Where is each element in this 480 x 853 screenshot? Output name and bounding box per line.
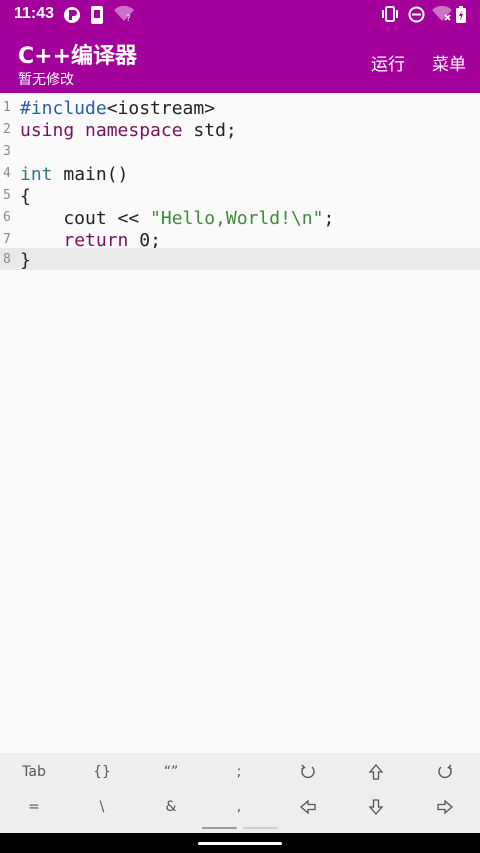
line-number: 5 [3, 188, 11, 203]
line-number: 7 [3, 232, 11, 247]
code-line: 6 cout << "Hello,World!\n"; [0, 206, 480, 229]
arrow-left-key[interactable] [274, 789, 342, 825]
keybar-row-2: = \ & , [0, 789, 480, 825]
arrow-right-icon [437, 799, 453, 815]
battery-icon [456, 6, 466, 23]
arrow-up-icon [368, 764, 384, 780]
device-icon [91, 6, 103, 24]
line-code: { [20, 186, 31, 207]
app-subtitle: 暂无修改 [18, 72, 74, 88]
undo-icon [301, 764, 315, 779]
status-time: 11:43 [14, 5, 55, 22]
menu-button[interactable]: 菜单 [432, 50, 466, 75]
ampersand-key[interactable]: & [137, 789, 205, 825]
line-number: 3 [3, 144, 11, 159]
line-code: cout << "Hello,World!\n"; [20, 208, 335, 229]
line-code: } [20, 250, 31, 271]
line-number: 6 [3, 210, 11, 225]
status-bar: 11:43 ? [0, 0, 480, 29]
arrow-left-icon [300, 799, 316, 815]
line-number: 4 [3, 166, 11, 181]
vibrate-icon [382, 6, 398, 22]
screen: 11:43 ? C++编译器 暂无修改 运行 菜单 1 #include<ios… [0, 0, 480, 853]
backslash-key[interactable]: \ [68, 789, 136, 825]
code-line: 2 using namespace std; [0, 118, 480, 141]
redo-icon [438, 764, 452, 779]
arrow-up-key[interactable] [342, 754, 410, 790]
tab-key[interactable]: Tab [0, 754, 68, 790]
code-line: 4 int main() [0, 162, 480, 185]
run-button[interactable]: 运行 [371, 50, 405, 75]
app-bar: C++编译器 暂无修改 运行 菜单 [0, 29, 480, 93]
braces-key[interactable]: {} [68, 754, 136, 790]
navigation-bar [0, 833, 480, 853]
line-code: #include<iostream> [20, 98, 216, 119]
svg-text:?: ? [126, 14, 131, 22]
code-line: 1 #include<iostream> [0, 96, 480, 119]
home-gesture-handle[interactable] [198, 842, 282, 845]
quotes-key[interactable]: “” [137, 754, 205, 790]
line-number: 1 [3, 100, 11, 115]
symbol-keybar: Tab {} “” ; = \ & , [0, 753, 480, 833]
current-code-line: 8 } [0, 248, 480, 271]
semicolon-key[interactable]: ; [205, 754, 273, 790]
line-number: 8 [3, 252, 11, 267]
arrow-down-icon [368, 799, 384, 815]
code-line: 5 { [0, 184, 480, 207]
keybar-page-indicator-active [202, 827, 237, 829]
arrow-down-key[interactable] [342, 789, 410, 825]
line-code: using namespace std; [20, 120, 237, 141]
line-code: int main() [20, 164, 129, 185]
do-not-disturb-icon [408, 6, 425, 23]
redo-key[interactable] [411, 754, 479, 790]
keybar-page-indicator [243, 827, 278, 829]
keybar-row-1: Tab {} “” ; [0, 754, 480, 790]
code-editor[interactable]: 1 #include<iostream> 2 using namespace s… [0, 93, 480, 753]
code-line: 3 [0, 140, 480, 162]
app-title: C++编译器 [18, 44, 138, 69]
wifi-off-icon [432, 6, 452, 21]
notification-app-icon [64, 7, 80, 23]
undo-key[interactable] [274, 754, 342, 790]
arrow-right-key[interactable] [411, 789, 479, 825]
comma-key[interactable]: , [205, 789, 273, 825]
code-line: 7 return 0; [0, 228, 480, 251]
line-number: 2 [3, 122, 11, 137]
equals-key[interactable]: = [0, 789, 68, 825]
wifi-unknown-icon: ? [114, 6, 134, 22]
